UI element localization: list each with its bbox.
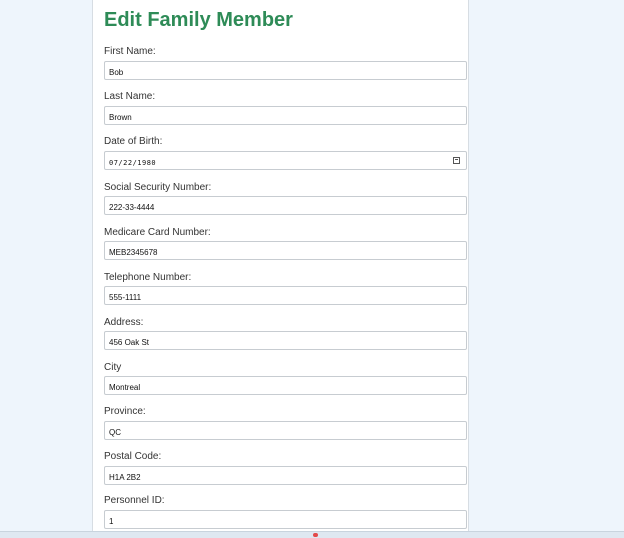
dob-label: Date of Birth: — [104, 136, 163, 147]
city-field[interactable] — [104, 376, 467, 396]
medicare-input[interactable] — [105, 244, 466, 261]
ssn-field[interactable] — [104, 196, 467, 216]
medicare-label: Medicare Card Number: — [104, 227, 211, 238]
personnel-id-label: Personnel ID: — [104, 495, 165, 506]
phone-field[interactable] — [104, 286, 467, 306]
browser-bottom-bar — [0, 531, 624, 538]
personnel-id-input[interactable] — [105, 513, 466, 530]
first-name-input[interactable] — [105, 64, 466, 81]
province-field[interactable] — [104, 421, 467, 441]
province-input[interactable] — [105, 424, 466, 441]
dob-field[interactable] — [104, 151, 467, 172]
personnel-id-field[interactable] — [104, 510, 467, 530]
first-name-field[interactable] — [104, 61, 467, 81]
phone-input[interactable] — [105, 289, 466, 306]
first-name-label: First Name: — [104, 46, 156, 57]
province-label: Province: — [104, 406, 146, 417]
address-field[interactable] — [104, 331, 467, 351]
postal-code-label: Postal Code: — [104, 451, 162, 462]
medicare-field[interactable] — [104, 241, 467, 261]
phone-label: Telephone Number: — [104, 272, 192, 283]
ssn-label: Social Security Number: — [104, 182, 212, 193]
calendar-icon[interactable] — [453, 157, 460, 164]
page-title: Edit Family Member — [104, 9, 293, 31]
last-name-field[interactable] — [104, 106, 467, 126]
last-name-label: Last Name: — [104, 91, 156, 102]
last-name-input[interactable] — [105, 109, 466, 126]
ssn-input[interactable] — [105, 199, 466, 216]
postal-code-input[interactable] — [105, 469, 466, 486]
postal-code-field[interactable] — [104, 466, 467, 486]
address-label: Address: — [104, 317, 144, 328]
city-label: City — [104, 362, 122, 373]
city-input[interactable] — [105, 379, 466, 396]
address-input[interactable] — [105, 334, 466, 351]
status-dot-icon — [313, 533, 318, 537]
dob-input[interactable] — [105, 154, 466, 172]
